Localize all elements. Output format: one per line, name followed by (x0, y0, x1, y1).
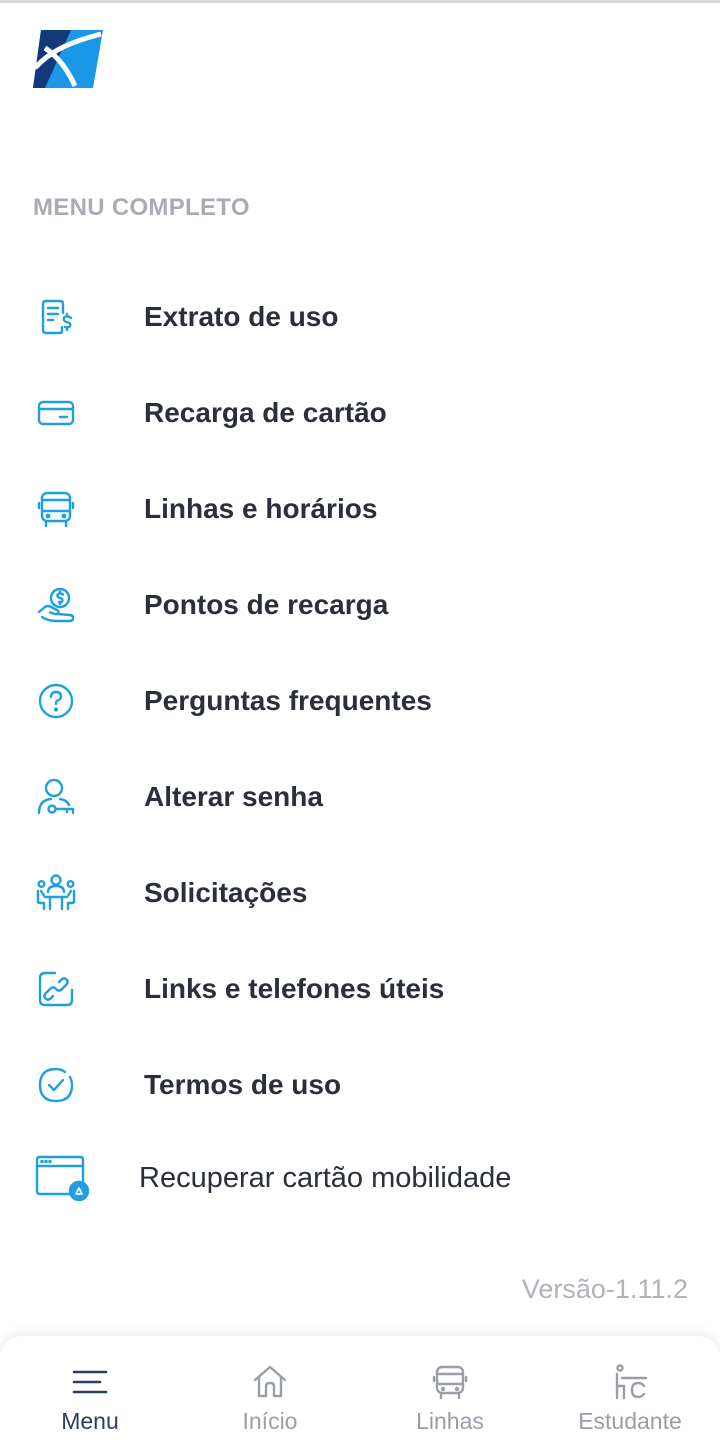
menu-item-label: Alterar senha (144, 781, 323, 812)
nav-tab-label: Estudante (578, 1408, 682, 1434)
menu-item-solicitacoes[interactable]: Solicitações (0, 853, 720, 933)
app-logo (31, 28, 104, 90)
menu-item-label: Solicitações (144, 877, 308, 908)
receipt-dollar-icon (36, 297, 76, 337)
menu-item-label: Termos de uso (144, 1069, 342, 1100)
nav-tab-linhas[interactable]: Linhas (360, 1336, 540, 1446)
menu-item-label: Links e telefones úteis (144, 973, 445, 1004)
menu-item-termos[interactable]: Termos de uso (0, 1045, 720, 1125)
menu-item-label: Recarga de cartão (144, 397, 387, 428)
section-title: MENU COMPLETO (33, 194, 250, 221)
question-circle-icon (36, 681, 76, 721)
bus-icon (36, 489, 76, 529)
menu-item-pontos[interactable]: Pontos de recarga (0, 565, 720, 645)
card-recycle-icon (34, 1154, 90, 1202)
menu-item-label: Pontos de recarga (144, 589, 389, 620)
nav-tab-estudante[interactable]: Estudante (540, 1336, 720, 1446)
app-version: Versão-1.11.2 (521, 1274, 688, 1304)
menu-item-alterar-senha[interactable]: Alterar senha (0, 757, 720, 837)
bottom-navigation: Menu Início Linhas Estudante (0, 1336, 720, 1446)
menu-item-recuperar-cartao[interactable]: Recuperar cartão mobilidade (0, 1138, 720, 1218)
nav-tab-label: Início (242, 1408, 298, 1434)
menu-item-label: Perguntas frequentes (144, 685, 432, 716)
nav-tab-inicio[interactable]: Início (180, 1336, 360, 1446)
menu-item-links[interactable]: Links e telefones úteis (0, 949, 720, 1029)
menu-item-recarga[interactable]: Recarga de cartão (0, 373, 720, 453)
status-divider (0, 0, 720, 3)
home-icon (252, 1364, 288, 1400)
nav-tab-label: Menu (61, 1408, 119, 1434)
student-desk-icon (612, 1364, 648, 1400)
link-icon (36, 969, 76, 1009)
menu-item-label: Linhas e horários (144, 493, 378, 524)
hand-coin-icon (36, 585, 76, 625)
hamburger-icon (72, 1364, 108, 1400)
group-meeting-icon (36, 873, 76, 913)
nav-tab-menu[interactable]: Menu (0, 1336, 180, 1446)
menu-item-extrato[interactable]: Extrato de uso (0, 277, 720, 357)
nav-tab-label: Linhas (416, 1408, 484, 1434)
menu-item-label: Recuperar cartão mobilidade (139, 1162, 512, 1194)
credit-card-icon (36, 393, 76, 433)
check-circle-icon (36, 1065, 76, 1105)
menu-item-linhas[interactable]: Linhas e horários (0, 469, 720, 549)
bus-icon (432, 1364, 468, 1400)
menu-item-label: Extrato de uso (144, 301, 339, 332)
user-key-icon (36, 777, 76, 817)
menu-item-perguntas[interactable]: Perguntas frequentes (0, 661, 720, 741)
